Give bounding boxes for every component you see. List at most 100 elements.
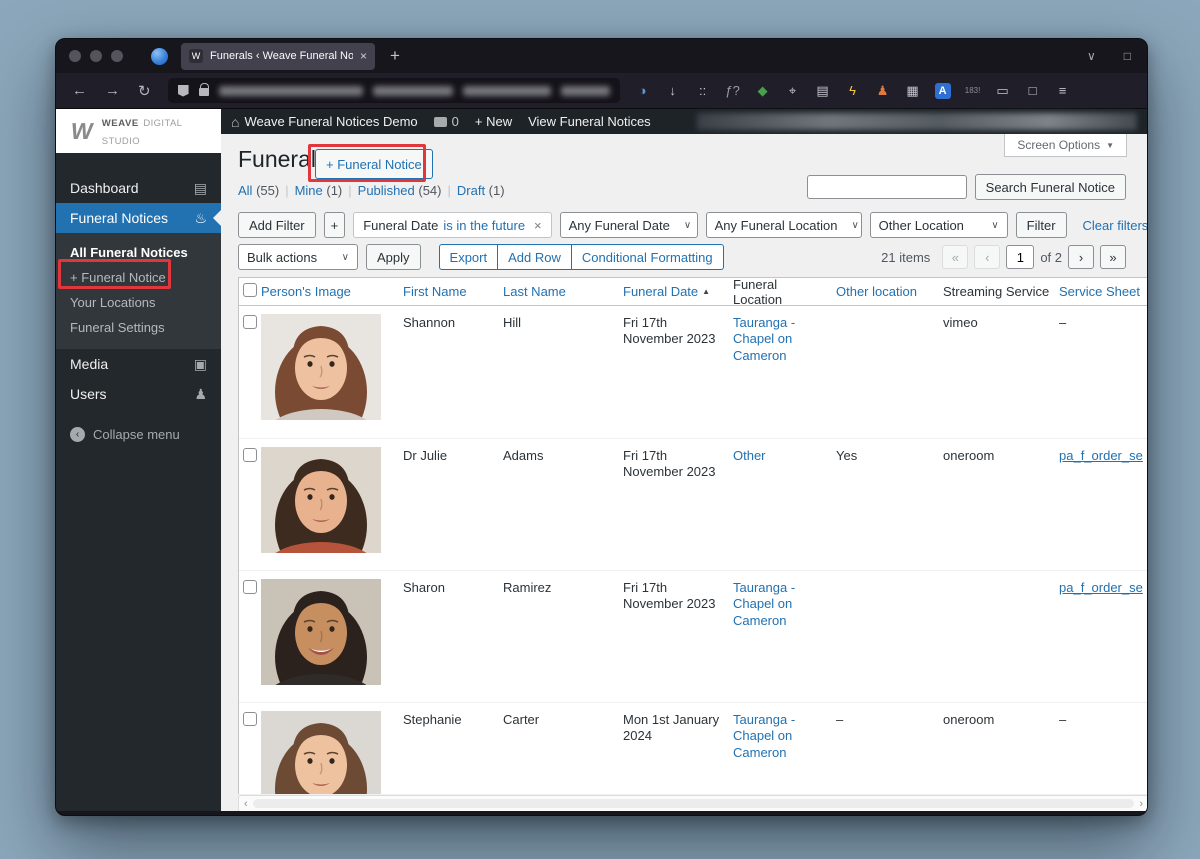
new-tab-button[interactable]: + <box>390 46 400 66</box>
scroll-right-icon[interactable]: › <box>1139 798 1143 810</box>
sidebar-item-funeral-notices[interactable]: Funeral Notices ♨ <box>56 203 221 233</box>
extension-icon[interactable]: ↓ <box>665 83 681 99</box>
forward-icon[interactable]: → <box>105 82 120 99</box>
collapse-menu-button[interactable]: ‹ Collapse menu <box>56 427 221 442</box>
view-mine[interactable]: Mine (1) <box>295 183 343 198</box>
column-header[interactable]: Other location <box>836 284 943 299</box>
clear-filters-link[interactable]: Clear filters <box>1083 218 1147 233</box>
extension-icon[interactable]: ▦ <box>905 83 921 99</box>
last-page-button[interactable]: » <box>1100 245 1126 269</box>
container-tabs-icon[interactable]: □ <box>1124 49 1131 63</box>
close-window-button[interactable] <box>69 50 81 62</box>
extension-icon[interactable]: ƒ? <box>725 83 741 99</box>
scrollbar-thumb[interactable] <box>252 799 1135 808</box>
submenu-add-funeral-notice[interactable]: + Funeral Notice <box>56 265 221 290</box>
apply-button[interactable]: Apply <box>366 244 421 270</box>
firefox-icon[interactable] <box>151 47 168 65</box>
back-icon[interactable]: ← <box>72 82 87 99</box>
browser-tab-active[interactable]: W Funerals ‹ Weave Funeral Notic × <box>181 42 375 70</box>
extension-icon[interactable]: ▭ <box>995 83 1011 99</box>
column-header[interactable]: First Name <box>403 284 503 299</box>
active-filter-chip[interactable]: Funeral Date is in the future × <box>353 212 552 238</box>
extension-icon[interactable]: ▤ <box>815 83 831 99</box>
minimize-window-button[interactable] <box>90 50 102 62</box>
cell-funeral-location[interactable]: Tauranga - Chapel on Cameron <box>733 571 836 702</box>
sidebar-item-dashboard[interactable]: Dashboard ▤ <box>56 173 221 203</box>
add-filter-button[interactable]: Add Filter <box>238 212 316 238</box>
row-checkbox[interactable] <box>243 580 257 594</box>
view-all[interactable]: All (55) <box>238 183 279 198</box>
cell-funeral-location[interactable]: Other <box>733 439 836 570</box>
cell-service-sheet[interactable]: – <box>1059 306 1147 438</box>
cell-service-sheet[interactable]: – <box>1059 703 1147 794</box>
table-row[interactable]: Shannon Hill Fri 17th November 2023 Taur… <box>239 306 1147 438</box>
view-published[interactable]: Published (54) <box>358 183 442 198</box>
submenu-all-funeral-notices[interactable]: All Funeral Notices <box>56 240 221 265</box>
maximize-window-button[interactable] <box>111 50 123 62</box>
search-input[interactable] <box>806 175 967 199</box>
chip-remove-icon[interactable]: × <box>534 218 542 233</box>
admin-bar-new[interactable]: + New <box>475 114 512 129</box>
bulk-actions-select[interactable]: Bulk actions ∨ <box>238 244 358 270</box>
row-checkbox[interactable] <box>243 712 257 726</box>
extension-icon[interactable]: ◑ <box>635 83 651 99</box>
admin-bar-site-menu[interactable]: ⌂ Weave Funeral Notices Demo <box>231 114 418 130</box>
search-button[interactable]: Search Funeral Notice <box>974 174 1126 200</box>
extension-icon[interactable]: :: <box>695 83 711 99</box>
add-funeral-notice-button[interactable]: + Funeral Notice <box>315 149 433 179</box>
sidebar-item-users[interactable]: Users ♟ <box>56 379 221 409</box>
export-button[interactable]: Export <box>438 244 499 270</box>
extension-icon[interactable]: 183! <box>965 83 981 99</box>
funeral-location-select[interactable]: Any Funeral Location ∨ <box>705 212 862 238</box>
view-draft[interactable]: Draft (1) <box>457 183 505 198</box>
cell-funeral-location[interactable]: Tauranga - Chapel on Cameron <box>733 306 836 438</box>
extension-icon[interactable]: A <box>934 82 951 99</box>
column-header[interactable]: Person's Image <box>261 284 403 299</box>
person-photo[interactable] <box>261 711 381 794</box>
admin-bar-comments[interactable]: 0 <box>433 114 459 129</box>
url-bar[interactable] <box>167 78 620 103</box>
table-row[interactable]: Sharon Ramirez Fri 17th November 2023 Ta… <box>239 570 1147 702</box>
screen-options-button[interactable]: Screen Options ▼ <box>1004 134 1127 157</box>
column-header: Streaming Service <box>943 284 1050 299</box>
extension-icon[interactable]: ϟ <box>845 83 861 99</box>
cell-service-sheet[interactable]: pa_f_order_se <box>1059 571 1147 702</box>
tab-close-icon[interactable]: × <box>360 49 367 63</box>
person-photo[interactable] <box>261 314 381 420</box>
extension-icon[interactable]: ≡ <box>1055 83 1071 99</box>
column-header[interactable]: Service Sheet <box>1059 284 1147 299</box>
person-photo[interactable] <box>261 579 381 685</box>
row-checkbox[interactable] <box>243 315 257 329</box>
cell-funeral-location[interactable]: Tauranga - Chapel on Cameron <box>733 703 836 794</box>
scroll-left-icon[interactable]: ‹ <box>244 798 248 810</box>
list-tabs-chevron-icon[interactable]: ∨ <box>1087 49 1096 63</box>
column-header[interactable]: Funeral Date ▲ <box>623 284 733 299</box>
extension-icon[interactable]: ◆ <box>755 83 771 99</box>
table-row[interactable]: Dr Julie Adams Fri 17th November 2023 Ot… <box>239 438 1147 570</box>
reload-icon[interactable]: ↻ <box>138 82 151 100</box>
tracking-protection-icon[interactable] <box>177 84 189 97</box>
next-page-button[interactable]: › <box>1068 245 1094 269</box>
add-filter-plus-button[interactable]: + <box>323 212 346 238</box>
conditional-formatting-button[interactable]: Conditional Formatting <box>570 244 724 270</box>
submenu-funeral-settings[interactable]: Funeral Settings <box>56 315 221 340</box>
admin-bar-view-notices[interactable]: View Funeral Notices <box>528 114 651 129</box>
person-photo[interactable] <box>261 447 381 553</box>
extension-icon[interactable]: □ <box>1025 83 1041 99</box>
other-location-select[interactable]: Other Location ∨ <box>869 212 1008 238</box>
extension-icon[interactable]: ♟ <box>875 83 891 99</box>
sidebar-item-media[interactable]: Media ▣ <box>56 349 221 379</box>
current-page-input[interactable] <box>1006 245 1035 269</box>
extension-icon[interactable]: ⌖ <box>785 83 801 99</box>
window-controls[interactable] <box>69 50 123 62</box>
cell-service-sheet[interactable]: pa_f_order_se <box>1059 439 1147 570</box>
table-row[interactable]: Stephanie Carter Mon 1st January 2024 Ta… <box>239 702 1147 794</box>
horizontal-scrollbar[interactable]: ‹ › <box>238 795 1147 811</box>
column-header[interactable]: Last Name <box>503 284 623 299</box>
filter-button[interactable]: Filter <box>1015 212 1067 238</box>
submenu-your-locations[interactable]: Your Locations <box>56 290 221 315</box>
row-checkbox[interactable] <box>243 448 257 462</box>
funeral-date-select[interactable]: Any Funeral Date ∨ <box>559 212 698 238</box>
add-row-button[interactable]: Add Row <box>497 244 572 270</box>
select-all-checkbox[interactable] <box>243 283 257 297</box>
